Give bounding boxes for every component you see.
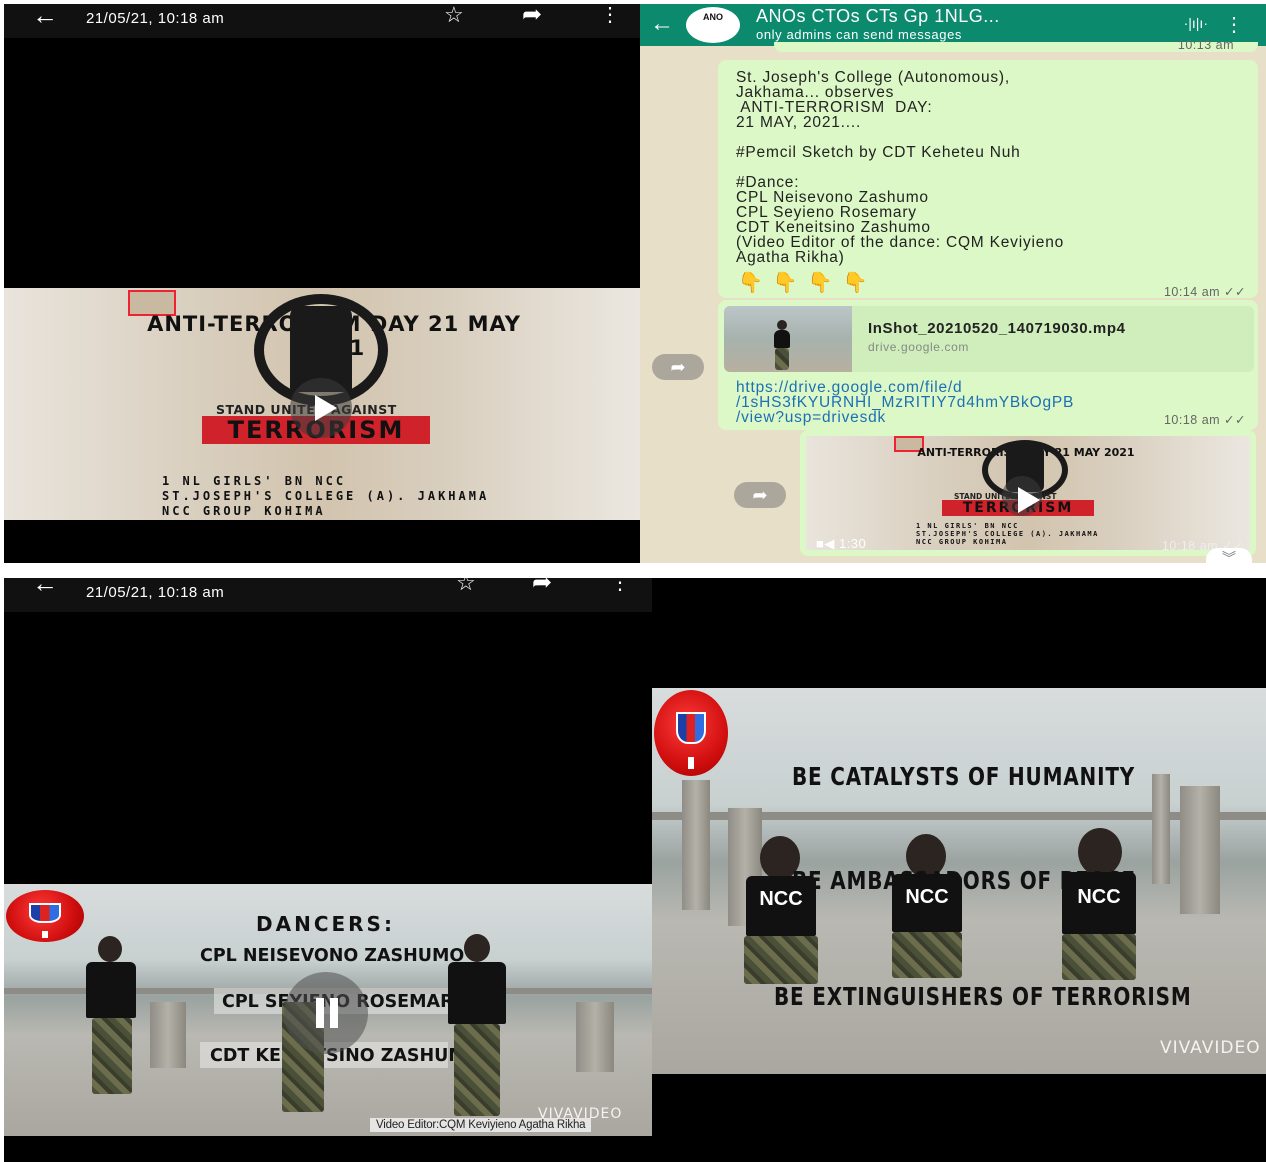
pillar — [1152, 774, 1170, 884]
play-icon[interactable] — [1002, 476, 1042, 516]
video-camera-icon: ■◀ — [816, 536, 839, 551]
dancer-name: CPL NEISEVONO ZASHUMO — [200, 946, 465, 966]
star-icon[interactable]: ☆ — [444, 4, 464, 26]
link-preview-thumbnail — [724, 306, 852, 372]
back-arrow-icon[interactable]: ← — [32, 578, 58, 596]
deleted-message-bubble: 10:13 am — [774, 38, 1258, 52]
pointing-down-emojis: 👇👇👇👇 — [738, 272, 878, 294]
viewer-timestamp: 21/05/21, 10:18 am — [86, 584, 225, 601]
seated-dancer: NCC — [742, 836, 820, 992]
link-preview-card[interactable]: InShot_20210520_140719030.mp4 drive.goog… — [724, 306, 1254, 372]
audio-wave-icon[interactable]: ·|ı|ı· — [1184, 15, 1208, 31]
pillar — [682, 780, 710, 910]
group-title[interactable]: ANOs CTOs CTs Gp 1NLG... — [756, 6, 1000, 27]
pillar — [150, 1002, 186, 1068]
chat-header: ← ANO ANOs CTOs CTs Gp 1NLG... only admi… — [640, 4, 1266, 46]
anti-terrorism-poster: ANTI-TERRORISM DAY 21 MAY 2021 STAND UNI… — [4, 288, 640, 520]
dancer-figure — [78, 936, 144, 1096]
catalysts-video-frame: BE CATALYSTS OF HUMANITY NCC NCC NCC BE … — [652, 688, 1266, 1074]
dancer-figure — [442, 934, 512, 1120]
more-vertical-icon[interactable]: ⋮ — [1224, 12, 1244, 37]
back-arrow-icon[interactable]: ← — [32, 4, 58, 28]
dancers-heading: DANCERS: — [256, 912, 395, 936]
dancers-video-frame: DANCERS: CPL NEISEVONO ZASHUMO CPL SEYIE… — [4, 884, 652, 1136]
ncc-logo — [654, 690, 728, 776]
video-thumbnail-poster: ANTI-TERRORISM DAY 21 MAY 2021 STAND UNI… — [806, 436, 1250, 550]
poster-credit: 1 NL GIRLS' BN NCC ST.JOSEPH'S COLLEGE (… — [162, 474, 489, 519]
announcement-text: St. Joseph's College (Autonomous), Jakha… — [736, 69, 1065, 266]
pillar — [576, 1002, 614, 1072]
link-domain: drive.google.com — [868, 340, 969, 354]
video-message[interactable]: ANTI-TERRORISM DAY 21 MAY 2021 STAND UNI… — [800, 430, 1256, 556]
message-time: 10:14 am ✓✓ — [1163, 285, 1246, 299]
thumbnail-credit-line: ST.JOSEPH'S COLLEGE (A). JAKHAMA — [916, 530, 1099, 538]
viewer-toolbar: ← 21/05/21, 10:18 am ☆ ➦ ⋮ — [4, 578, 652, 612]
viewer-toolbar: ← 21/05/21, 10:18 am ☆ ➦ ⋮ — [4, 4, 640, 38]
vivavideo-watermark: VIVAVIDEO — [1160, 1038, 1261, 1058]
video-duration-label: 1:30 — [838, 536, 867, 551]
deleted-message-time: 10:13 am — [1177, 38, 1234, 52]
share-icon[interactable]: ➦ — [522, 4, 542, 27]
star-icon[interactable]: ☆ — [456, 578, 476, 594]
back-arrow-icon[interactable]: ← — [650, 10, 674, 38]
video-duration: ■◀ 1:30 — [816, 536, 866, 552]
catalyst-slogan: BE EXTINGUISHERS OF TERRORISM — [774, 982, 1192, 1011]
drive-link-message[interactable]: InShot_20210520_140719030.mp4 drive.goog… — [718, 300, 1258, 430]
catalyst-slogan: BE CATALYSTS OF HUMANITY — [792, 762, 1136, 791]
whatsapp-chat: ← ANO ANOs CTOs CTs Gp 1NLG... only admi… — [640, 4, 1266, 563]
message-time: 10:18 am ✓✓ — [1163, 413, 1246, 427]
bottom-left-media-viewer: ← 21/05/21, 10:18 am ☆ ➦ ⋮ DANCERS: CPL … — [4, 578, 652, 1162]
seated-dancer: NCC — [1058, 828, 1140, 986]
play-icon[interactable] — [290, 378, 352, 438]
catalyst-slogan: BE AMBASSADORS OF PEACE — [792, 866, 1136, 895]
chevron-down-icon[interactable]: ︾ — [1206, 548, 1252, 563]
poster-credit-line: NCC GROUP KOHIMA — [162, 504, 326, 518]
seated-dancer: NCC — [890, 834, 964, 984]
announcement-message[interactable]: St. Joseph's College (Autonomous), Jakha… — [718, 60, 1258, 299]
more-vertical-icon[interactable]: ⋮ — [600, 5, 620, 25]
video-editor-credit: Video Editor:CQM Keviyieno Agatha Rikha — [370, 1118, 592, 1132]
forward-icon[interactable]: ➦ — [652, 354, 704, 380]
ncc-logo — [6, 890, 84, 942]
thumbnail-credit-line: 1 NL GIRLS' BN NCC — [916, 522, 1019, 530]
share-icon[interactable]: ➦ — [532, 578, 552, 595]
forward-icon[interactable]: ➦ — [734, 482, 786, 508]
group-avatar[interactable]: ANO — [686, 7, 740, 43]
pillar — [1180, 786, 1220, 914]
drive-url[interactable]: https://drive.google.com/file/d /1sHS3fK… — [736, 380, 1074, 426]
thumbnail-dancer — [772, 320, 792, 370]
top-left-media-viewer: ← 21/05/21, 10:18 am ☆ ➦ ⋮ ANTI-TERRORIS… — [4, 4, 640, 563]
more-vertical-icon[interactable]: ⋮ — [610, 578, 630, 593]
poster-credit-line: ST.JOSEPH'S COLLEGE (A). JAKHAMA — [162, 489, 490, 503]
thumbnail-credit-line: NCC GROUP KOHIMA — [916, 538, 1008, 546]
avatar-label: ANO — [703, 12, 723, 22]
pause-icon[interactable] — [284, 972, 368, 1054]
bottom-right-media-viewer: BE CATALYSTS OF HUMANITY NCC NCC NCC BE … — [652, 578, 1266, 1162]
viewer-timestamp: 21/05/21, 10:18 am — [86, 10, 225, 27]
poster-credit-line: 1 NL GIRLS' BN NCC — [162, 474, 347, 488]
thumbnail-credit: 1 NL GIRLS' BN NCC ST.JOSEPH'S COLLEGE (… — [916, 522, 1099, 546]
link-file-name: InShot_20210520_140719030.mp4 — [868, 320, 1126, 337]
group-subtitle: only admins can send messages — [756, 27, 963, 42]
